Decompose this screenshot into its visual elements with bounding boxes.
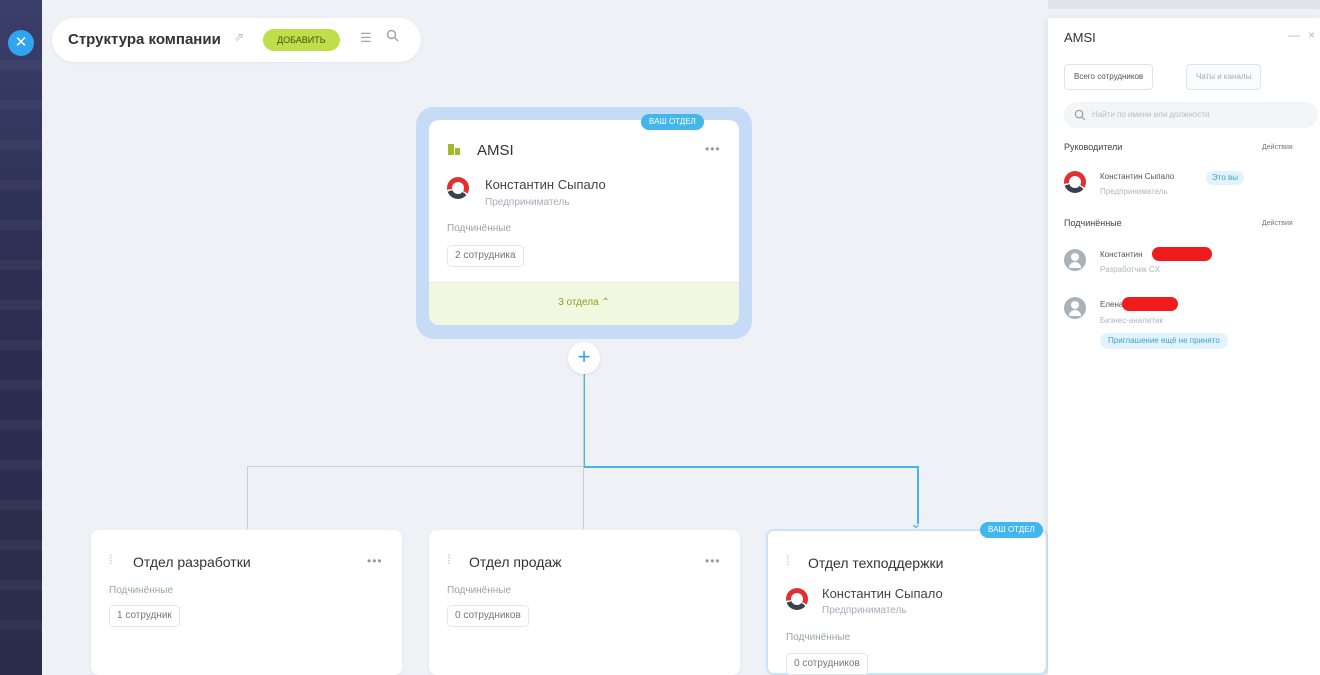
your-department-badge: ваш отдел <box>641 114 704 130</box>
drag-handle-icon[interactable]: ⁞ <box>109 552 113 567</box>
side-panel: AMSI — × Всего сотрудников Чаты и каналы… <box>1048 18 1320 675</box>
subordinates-count[interactable]: 2 сотрудника <box>447 245 524 267</box>
subordinates-count[interactable]: 0 сотрудников <box>447 605 529 627</box>
company-logo <box>786 588 808 610</box>
tab-chats[interactable]: Чаты и каналы <box>1186 64 1262 90</box>
drag-handle-icon[interactable]: ⁞ <box>447 552 451 567</box>
minimize-icon[interactable]: — <box>1288 28 1300 42</box>
more-icon[interactable]: ••• <box>705 142 721 156</box>
avatar <box>1064 297 1086 319</box>
heads-section-label: Руководители <box>1064 142 1123 152</box>
subordinates-label: Подчинённые <box>786 632 851 643</box>
department-name: Отдел техподдержки <box>808 555 944 571</box>
add-department-icon[interactable]: + <box>568 342 600 374</box>
company-logo <box>447 177 469 199</box>
left-sidebar <box>0 0 42 675</box>
department-name: AMSI <box>477 142 514 159</box>
head-role: Предприниматель <box>1100 187 1168 196</box>
connector-line <box>247 466 248 529</box>
search-icon <box>1074 109 1086 121</box>
more-icon[interactable]: ••• <box>705 554 721 568</box>
chevron-up-icon: ⌃ <box>601 297 610 308</box>
search-placeholder: Найти по имени или должности <box>1092 110 1210 119</box>
department-card[interactable]: ⁞ Отдел продаж ••• Подчинённые 0 сотрудн… <box>429 530 740 675</box>
subordinates-count[interactable]: 1 сотрудник <box>109 605 180 627</box>
heads-actions[interactable]: Действия <box>1262 144 1293 151</box>
company-logo <box>1064 171 1086 193</box>
departments-toggle-label: 3 отдела <box>558 297 599 308</box>
connector-line <box>247 466 583 467</box>
head-name[interactable]: Константин Сыпало <box>485 177 606 192</box>
departments-toggle[interactable]: 3 отдела ⌃ <box>429 282 739 325</box>
department-card[interactable]: ⁞ Отдел разработки ••• Подчинённые 1 сот… <box>91 530 402 675</box>
close-icon[interactable]: ✕ <box>8 30 34 56</box>
avatar <box>1064 249 1086 271</box>
invite-pending-tag: Приглашение ещё не принято <box>1100 333 1228 349</box>
employee-role: Разработчик CX <box>1100 265 1160 274</box>
your-department-badge: ваш отдел <box>980 522 1043 538</box>
employee-name[interactable]: Константин <box>1100 250 1143 259</box>
subordinates-label: Подчинённые <box>447 585 512 596</box>
department-name: Отдел разработки <box>133 554 251 570</box>
employee-role: Бизнес-аналитик <box>1100 316 1164 325</box>
search-input[interactable]: Найти по имени или должности <box>1064 102 1318 128</box>
chevron-down-icon: ⌄ <box>910 515 922 531</box>
connector-line <box>583 374 584 529</box>
connector-line-active <box>584 466 918 468</box>
page-title: Структура компании <box>68 31 221 48</box>
subordinates-actions[interactable]: Действия <box>1262 220 1293 227</box>
subordinates-count[interactable]: 0 сотрудников <box>786 653 868 675</box>
add-button[interactable]: добавить <box>263 29 340 51</box>
subordinates-label: Подчинённые <box>447 223 512 234</box>
you-tag: Это вы <box>1206 171 1244 185</box>
panel-close-icon[interactable]: × <box>1308 28 1315 42</box>
department-name: Отдел продаж <box>469 554 562 570</box>
drag-handle-icon[interactable]: ⁞ <box>786 553 790 568</box>
more-icon[interactable]: ••• <box>367 554 383 568</box>
head-name[interactable]: Константин Сыпало <box>822 586 943 601</box>
building-icon <box>447 142 461 156</box>
head-name[interactable]: Константин Сыпало <box>1100 172 1174 181</box>
subordinates-section-label: Подчинённые <box>1064 218 1122 228</box>
external-link-icon[interactable]: ⇗ <box>234 30 244 44</box>
tab-employees[interactable]: Всего сотрудников <box>1064 64 1154 90</box>
root-department-card[interactable]: AMSI ••• Константин Сыпало Предпринимате… <box>429 120 739 325</box>
subordinates-label: Подчинённые <box>109 585 174 596</box>
head-role: Предприниматель <box>822 605 907 616</box>
menu-icon[interactable]: ☰ <box>360 30 372 46</box>
employee-name[interactable]: Елена <box>1100 300 1123 309</box>
head-role: Предприниматель <box>485 197 570 208</box>
department-card-active[interactable]: ⁞ Отдел техподдержки Константин Сыпало П… <box>766 529 1048 675</box>
redaction-mark <box>1152 247 1212 261</box>
panel-title: AMSI <box>1064 30 1096 45</box>
redaction-mark <box>1122 297 1178 311</box>
title-bar: Структура компании ⇗ добавить ☰ <box>52 18 421 62</box>
search-icon[interactable] <box>386 29 399 45</box>
